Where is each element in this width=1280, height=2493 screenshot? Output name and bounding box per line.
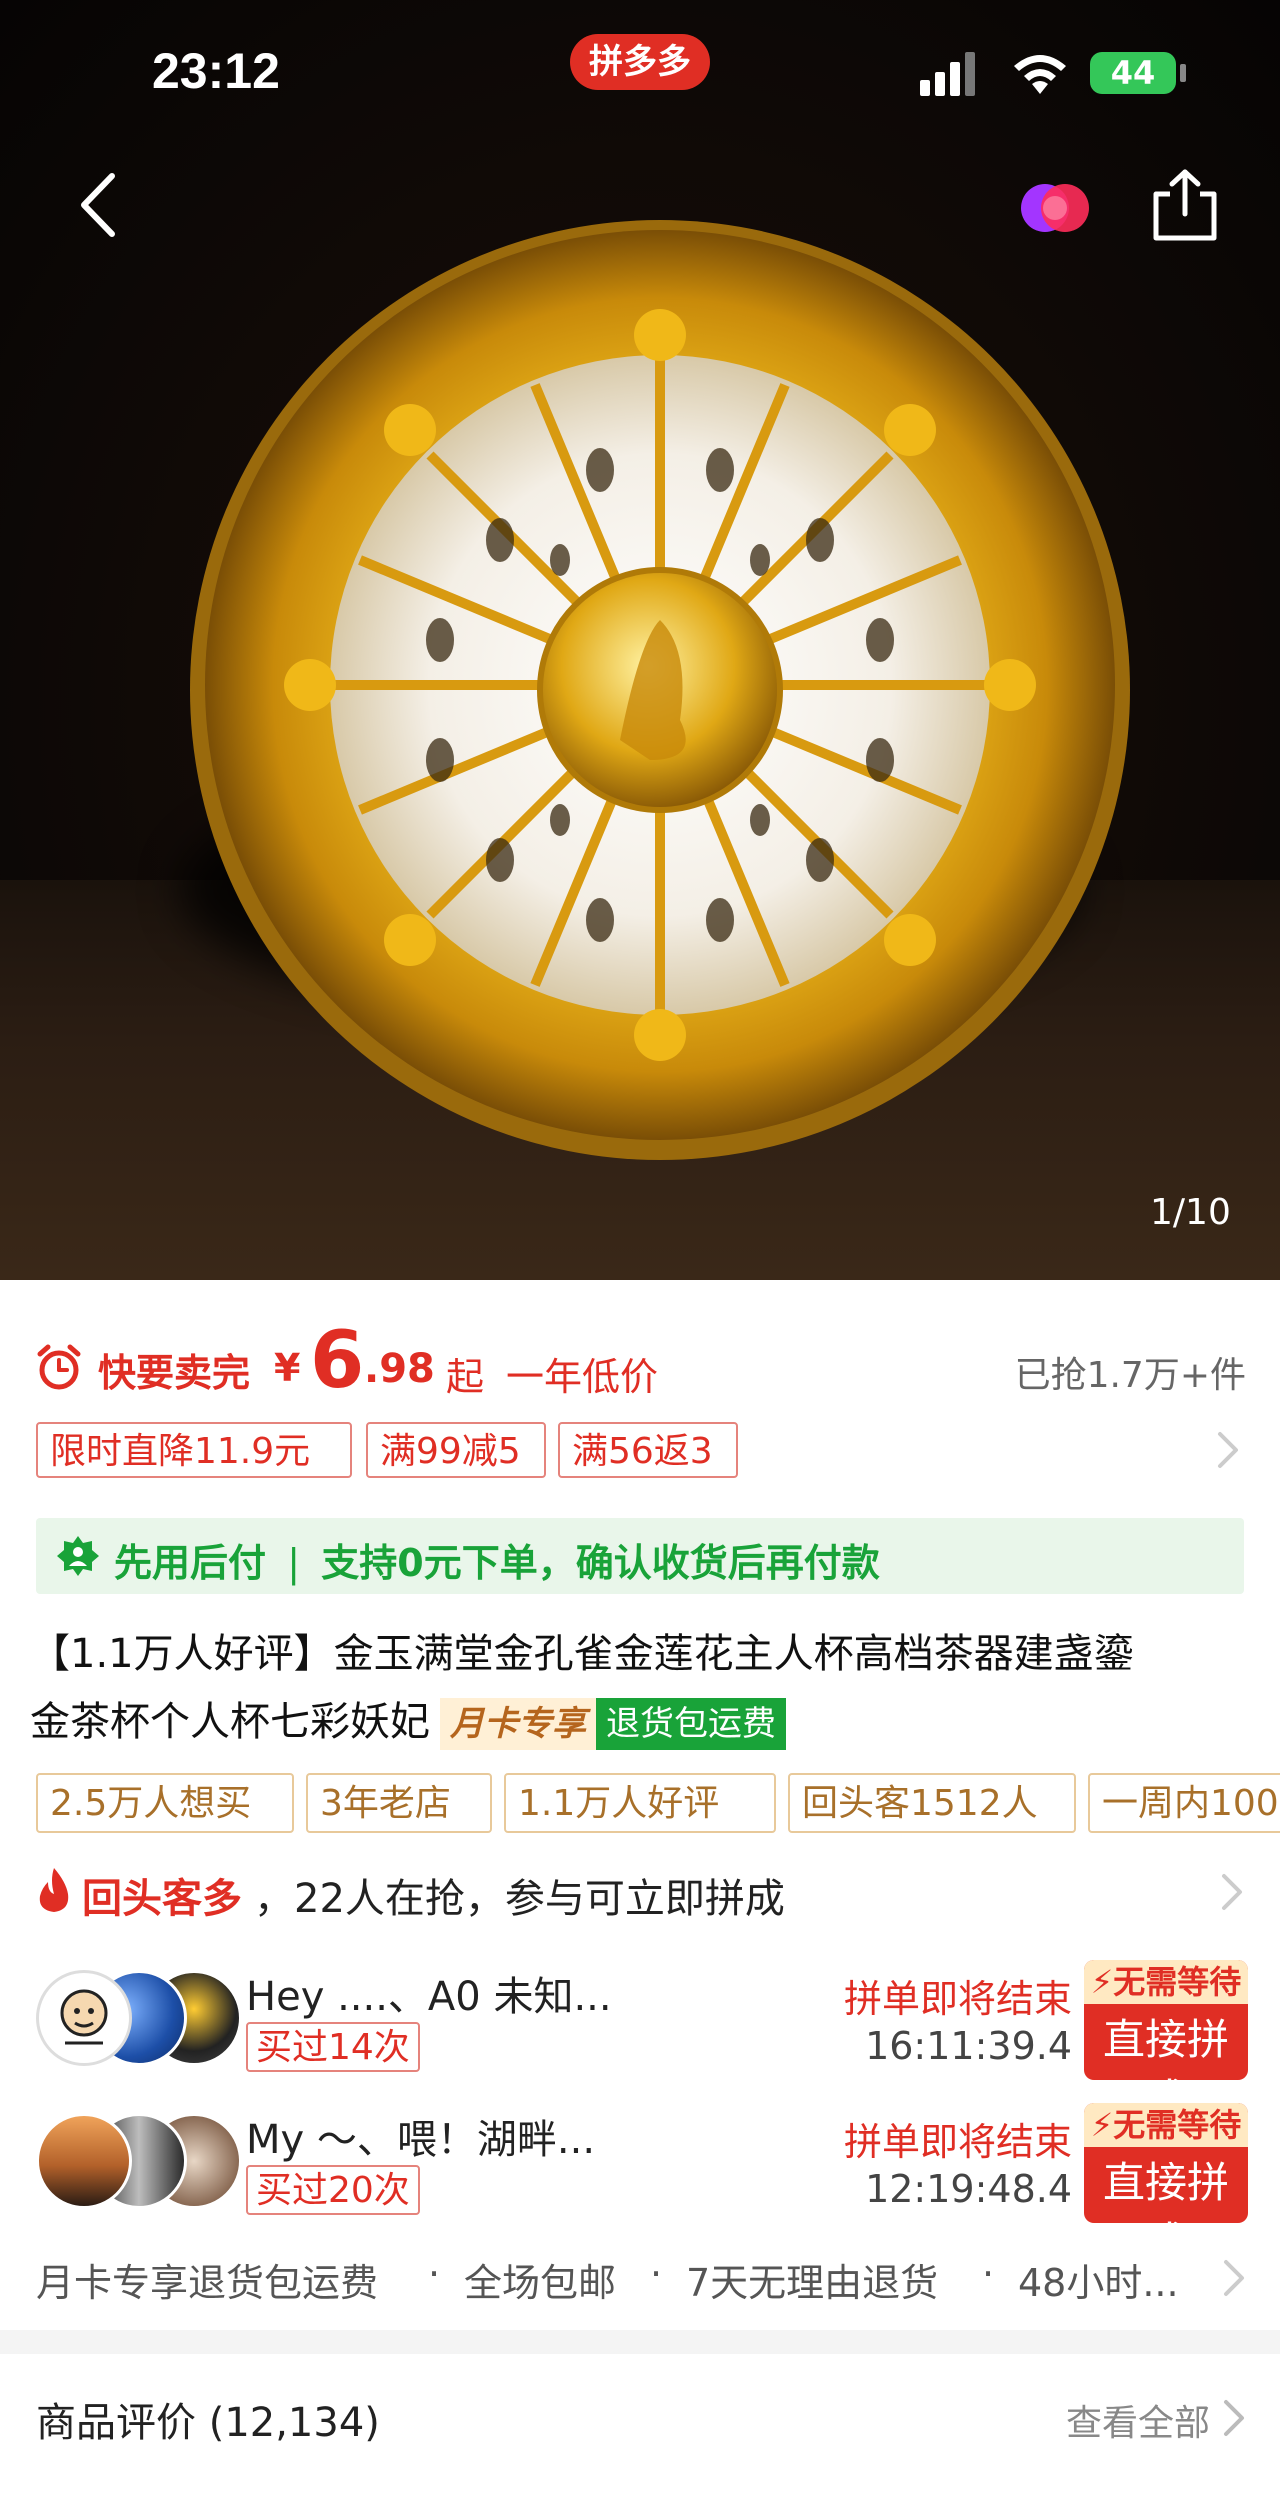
stat-chip: 3年老店 xyxy=(306,1773,492,1833)
group-countdown: 16:11:39.4 xyxy=(865,2024,1072,2068)
no-wait-badge: ⚡无需等待 xyxy=(1084,1960,1248,2004)
service-dot: · xyxy=(428,2252,441,2296)
group-member-names: Hey ....、A0 未知... xyxy=(246,1974,612,2020)
wifi-icon xyxy=(1014,55,1066,94)
service-item: 全场包邮 xyxy=(464,2261,617,2305)
chevron-right-icon[interactable] xyxy=(1220,1872,1244,1912)
shop-stat-chips: 2.5万人想买 3年老店 1.1万人好评 回头客1512人 一周内100+ xyxy=(36,1773,1280,1837)
stat-chip: 2.5万人想买 xyxy=(36,1773,294,1833)
service-guarantees[interactable]: 月卡专享退货包运费 · 全场包邮 · 7天无理由退货 · 48小时... xyxy=(36,2248,1246,2308)
group-buy-row[interactable]: My ～、喂！湖畔... 买过20次 拼单即将结束 12:19:48.4 ⚡无需… xyxy=(36,2103,1248,2267)
bought-count-badge: 买过20次 xyxy=(246,2165,420,2215)
product-title: 【1.1万人好评】金玉满堂金孔雀金莲花主人杯高档茶器建盏鎏 金茶杯个人杯七彩妖妃… xyxy=(30,1620,1250,1756)
chevron-right-icon[interactable] xyxy=(1222,2258,1246,2298)
bought-count-badge: 买过14次 xyxy=(246,2022,420,2072)
pay-later-badge-icon xyxy=(57,1536,99,1576)
avatar-stack xyxy=(36,1970,242,2070)
join-group-button[interactable]: ⚡无需等待 直接拼成 xyxy=(1084,1960,1248,2124)
reviews-title: 商品评价 (12,134) xyxy=(36,2400,380,2446)
group-ending-label: 拼单即将结束 xyxy=(843,2120,1072,2164)
sold-count: 已抢1.7万+件 xyxy=(1014,1355,1246,1396)
pay-later-banner[interactable]: 先用后付 | 支持0元下单，确认收货后再付款 xyxy=(36,1518,1244,1594)
product-image-gallery[interactable]: 23:12 拼多多 44 1/10 xyxy=(0,0,1280,1280)
lowest-price-label: 一年低价 xyxy=(506,1355,659,1399)
coupon-tag[interactable]: 满56返3 xyxy=(558,1422,738,1478)
back-arrow-icon[interactable] xyxy=(70,170,130,240)
stat-chip: 1.1万人好评 xyxy=(504,1773,776,1833)
pay-later-label: 先用后付 xyxy=(114,1541,267,1585)
pay-later-divider: | xyxy=(287,1541,301,1585)
pay-later-detail: 支持0元下单，确认收货后再付款 xyxy=(321,1541,880,1585)
price-integer: 6 xyxy=(310,1316,365,1406)
view-all-reviews-link[interactable]: 查看全部 xyxy=(1066,2394,1210,2446)
avatar xyxy=(36,2113,132,2209)
flame-icon xyxy=(39,1868,69,1912)
avatar-stack xyxy=(36,2113,242,2213)
coupon-tag[interactable]: 满99减5 xyxy=(366,1422,546,1478)
no-wait-badge: ⚡无需等待 xyxy=(1084,2103,1248,2147)
stat-chip: 回头客1512人 xyxy=(788,1773,1076,1833)
cellular-signal-icon xyxy=(920,52,975,96)
currency-symbol: ¥ xyxy=(274,1346,301,1390)
reviews-section[interactable]: 商品评价 (12,134) 查看全部 xyxy=(0,2354,1280,2493)
free-return-tag: 退货包运费 xyxy=(596,1698,786,1750)
battery-indicator: 44 xyxy=(1090,52,1176,94)
no-wait-text: 无需等待 xyxy=(1113,1963,1242,2001)
product-title-line1: 【1.1万人好评】金玉满堂金孔雀金莲花主人杯高档茶器建盏鎏 xyxy=(30,1631,1134,1677)
coupon-tag[interactable]: 限时直降11.9元 xyxy=(36,1422,352,1478)
monthly-card-tag: 月卡专享 xyxy=(440,1698,596,1750)
product-title-line2: 金茶杯个人杯七彩妖妃 月卡专享 退货包运费 xyxy=(30,1688,1250,1756)
pay-later-text: 先用后付 | 支持0元下单，确认收货后再付款 xyxy=(114,1532,880,1587)
hurry-label: 快要卖完 xyxy=(98,1351,251,1395)
group-buy-highlight: 回头客多 xyxy=(82,1876,242,1922)
status-time: 23:12 xyxy=(152,43,280,99)
group-countdown: 12:19:48.4 xyxy=(865,2167,1072,2211)
service-dot: · xyxy=(650,2252,663,2296)
price-decimal: .98 xyxy=(364,1346,435,1392)
service-dot: · xyxy=(982,2252,995,2296)
share-icon[interactable] xyxy=(1150,168,1220,242)
image-counter: 1/10 xyxy=(1150,1192,1231,1233)
service-item: 月卡专享退货包运费 xyxy=(36,2261,379,2305)
price-row: 快要卖完 ¥ 6 .98 起 一年低价 已抢1.7万+件 xyxy=(36,1316,1246,1406)
alarm-clock-icon xyxy=(37,1344,81,1390)
group-member-names: My ～、喂！湖畔... xyxy=(246,2117,596,2163)
chevron-right-icon[interactable] xyxy=(1222,2398,1246,2438)
product-title-line2-text: 金茶杯个人杯七彩妖妃 xyxy=(30,1699,430,1745)
stat-chip: 一周内100+ xyxy=(1088,1773,1280,1833)
avatar xyxy=(36,1970,132,2066)
service-item: 7天无理由退货 xyxy=(686,2261,939,2305)
group-ending-label: 拼单即将结束 xyxy=(843,1977,1072,2021)
coupon-row[interactable]: 限时直降11.9元 满99减5 满56返3 xyxy=(36,1422,1246,1482)
join-group-button[interactable]: ⚡无需等待 直接拼成 xyxy=(1084,2103,1248,2267)
price-suffix: 起 xyxy=(446,1355,485,1399)
battery-nub xyxy=(1180,64,1186,82)
service-item: 48小时... xyxy=(1018,2261,1179,2305)
status-bar: 23:12 拼多多 44 xyxy=(0,0,1280,150)
chevron-right-icon[interactable] xyxy=(1216,1430,1240,1470)
no-wait-text: 无需等待 xyxy=(1113,2106,1242,2144)
app-badge: 拼多多 xyxy=(570,34,710,90)
pdd-logo-icon[interactable] xyxy=(1015,180,1095,236)
cartoon-face-icon xyxy=(60,1989,108,2045)
group-buy-row[interactable]: Hey ....、A0 未知... 买过14次 拼单即将结束 16:11:39.… xyxy=(36,1960,1248,2124)
group-buy-header[interactable]: 回头客多 ，22人在抢，参与可立即拼成 xyxy=(36,1862,1246,1922)
group-buy-text: ，22人在抢，参与可立即拼成 xyxy=(254,1876,785,1922)
